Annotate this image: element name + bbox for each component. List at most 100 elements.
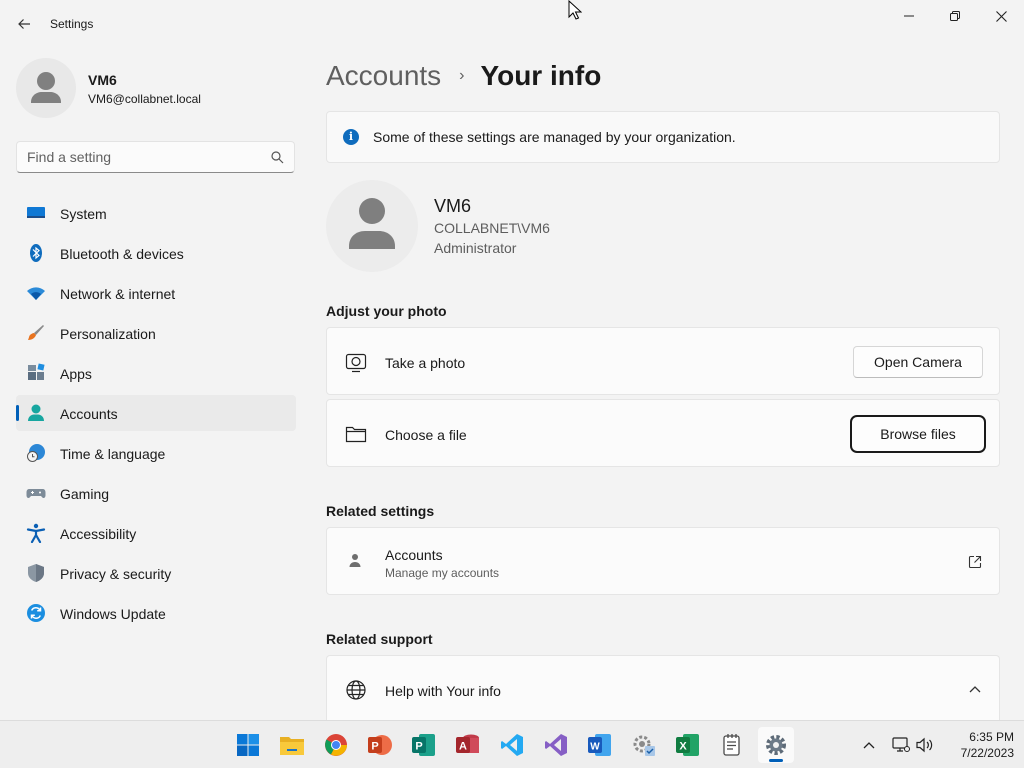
sidebar-item-network[interactable]: Network & internet [16,275,296,311]
taskbar-publisher[interactable]: P [406,727,442,763]
taskbar-notepad[interactable] [714,727,750,763]
taskbar-visual-studio[interactable] [538,727,574,763]
sidebar-item-label: Windows Update [60,606,166,622]
taskbar: P P A W X 6:35 PM 7/22/2023 [0,720,1024,768]
person-icon [349,554,361,567]
take-photo-label: Take a photo [385,355,466,371]
related-accounts-label: Accounts [385,547,443,563]
sidebar-item-bluetooth[interactable]: Bluetooth & devices [16,235,296,271]
sidebar-item-accessibility[interactable]: Accessibility [16,515,296,551]
gear-icon [766,735,786,755]
sidebar-item-apps[interactable]: Apps [16,355,296,391]
tray-volume-button[interactable] [914,735,936,755]
folder-icon [280,737,304,755]
sidebar-item-label: Bluetooth & devices [60,246,184,262]
clock-time: 6:35 PM [969,730,1014,744]
person-avatar-icon [349,198,395,249]
choose-file-label: Choose a file [385,427,467,443]
browse-files-button[interactable]: Browse files [850,415,986,453]
svg-text:A: A [459,741,467,753]
info-bar-text: Some of these settings are managed by yo… [373,129,736,145]
taskbar-start-button[interactable] [230,727,266,763]
user-name: VM6 [434,196,472,216]
apps-icon [28,363,45,380]
svg-text:X: X [679,741,687,753]
back-arrow-icon [18,19,30,29]
taskbar-powerpoint[interactable]: P [362,727,398,763]
notepad-icon [723,734,740,756]
sidebar-item-gaming[interactable]: Gaming [16,475,296,511]
close-button[interactable] [978,0,1024,32]
bluetooth-icon [30,244,42,262]
word-icon: W [588,734,611,756]
vscode-icon [501,734,523,756]
chevron-up-icon [863,742,875,749]
sidebar-item-windows-update[interactable]: Windows Update [16,595,296,631]
system-monitor-icon [27,207,45,218]
taskbar-settings[interactable] [758,727,794,763]
chrome-icon [325,734,347,756]
taskbar-excel[interactable]: X [670,727,706,763]
search-icon[interactable] [270,150,284,164]
user-domain: COLLABNET\VM6 [434,220,550,236]
sidebar-item-label: Time & language [60,446,166,462]
tray-overflow-button[interactable] [858,735,880,755]
help-your-info-card[interactable]: Help with Your info [326,655,1000,720]
section-title-adjust-photo: Adjust your photo [326,303,447,319]
sidebar-item-label: Accounts [60,406,118,422]
sidebar-item-personalization[interactable]: Personalization [16,315,296,351]
taskbar-chrome[interactable] [318,727,354,763]
title-bar: Settings [0,0,1024,48]
taskbar-word[interactable]: W [582,727,618,763]
search-input[interactable] [17,142,294,172]
sidebar-item-system[interactable]: System [16,195,296,231]
sidebar-item-label: Apps [60,366,92,382]
minimize-icon [904,15,914,17]
taskbar-vscode[interactable] [494,727,530,763]
restore-icon [950,11,960,21]
profile-name: VM6 [88,72,117,88]
sidebar-item-label: Personalization [60,326,156,342]
sidebar-item-accounts[interactable]: Accounts [16,395,296,431]
wifi-icon [27,287,45,300]
globe-icon [346,680,366,700]
camera-icon [345,353,367,373]
page-title: Your info [480,60,602,91]
globe-clock-icon [27,444,45,462]
taskbar-clock[interactable]: 6:35 PM 7/22/2023 [944,729,1014,761]
taskbar-control-panel[interactable] [626,727,662,763]
sidebar-item-label: Network & internet [60,286,176,302]
take-photo-card: Take a photo Open Camera [326,327,1000,395]
restore-button[interactable] [932,0,978,32]
back-button[interactable] [10,10,38,38]
gamepad-icon [26,489,46,498]
sidebar-item-time-language[interactable]: Time & language [16,435,296,471]
minimize-button[interactable] [886,0,932,32]
section-title-related-support: Related support [326,631,433,647]
related-accounts-sublabel: Manage my accounts [385,566,500,580]
taskbar-access[interactable]: A [450,727,486,763]
control-panel-icon [633,735,655,756]
powerpoint-icon: P [368,735,392,755]
related-accounts-card[interactable]: Accounts Manage my accounts [326,527,1000,595]
update-icon [27,604,45,622]
profile-email: VM6@collabnet.local [88,92,201,106]
open-camera-button[interactable]: Open Camera [853,346,983,378]
breadcrumb-parent[interactable]: Accounts [326,60,441,92]
choose-file-card: Choose a file Browse files [326,399,1000,467]
sidebar-item-label: Accessibility [60,526,137,542]
user-avatar [326,180,418,272]
close-icon [995,10,1007,22]
sidebar-item-label: Privacy & security [60,566,172,582]
svg-text:P: P [415,741,422,753]
visual-studio-icon [545,734,567,756]
paintbrush-icon [28,325,44,340]
sidebar-item-privacy[interactable]: Privacy & security [16,555,296,591]
chevron-up-icon[interactable] [969,685,981,693]
taskbar-file-explorer[interactable] [274,727,310,763]
svg-text:P: P [371,741,378,753]
tray-network-button[interactable] [890,735,912,755]
mouse-cursor-icon [568,0,582,20]
avatar [16,58,76,118]
network-wired-icon [892,737,910,752]
